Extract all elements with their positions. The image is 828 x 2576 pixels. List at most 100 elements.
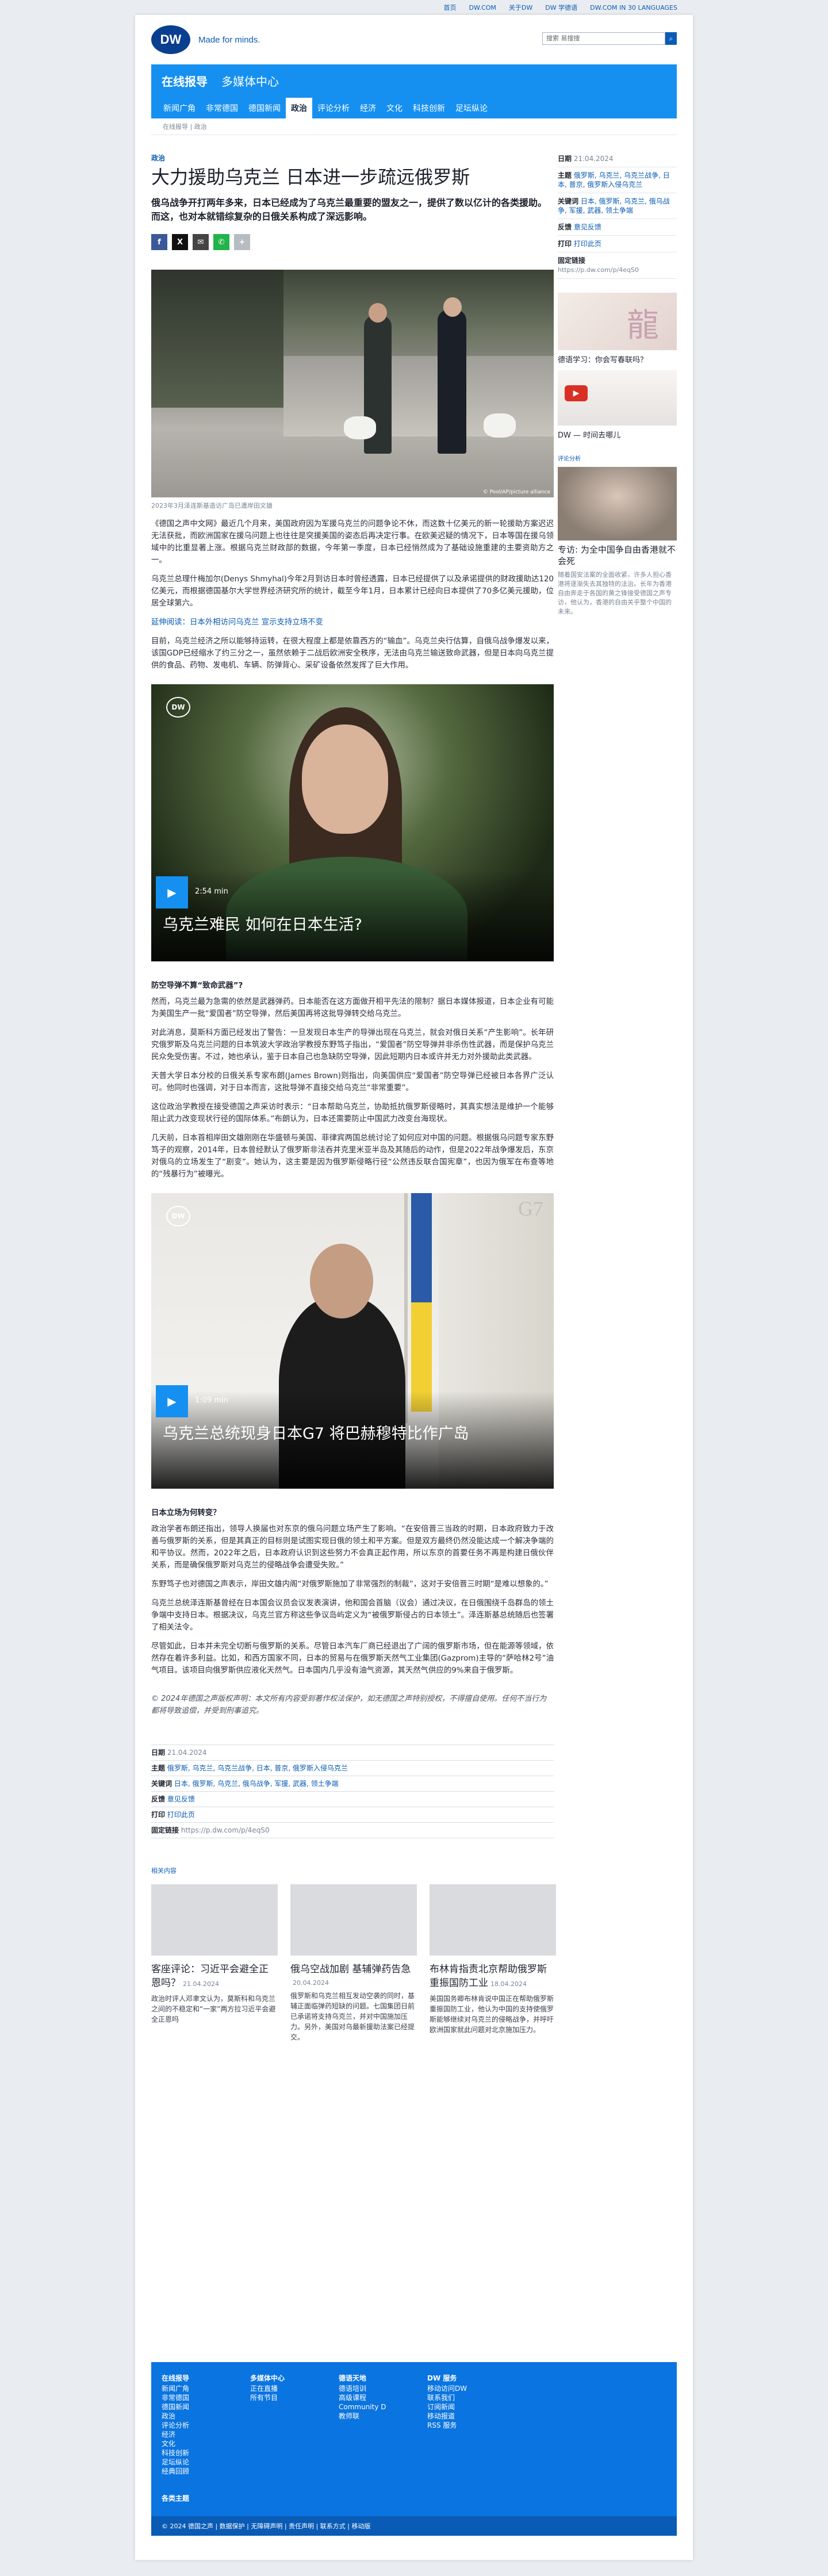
print-link[interactable]: 打印此页 [167,1811,195,1819]
nav-item[interactable]: 足坛纵论 [450,98,493,118]
footer-link[interactable]: 足坛纵论 [162,2458,250,2467]
promo-title[interactable]: 德语学习：你会写春联吗？ [558,354,677,365]
meta-link-label: 固定链接 [151,1826,179,1834]
footer-link[interactable]: 新闻广角 [162,2384,250,2393]
section-heading: 防空导弹不算“致命武器”? [151,982,243,990]
further-reading-link[interactable]: 延伸阅读：日本外相访问乌克兰 宣示支持立场不变 [151,616,554,628]
footer-col-heading[interactable]: DW 服务 [427,2374,516,2383]
related-thumb[interactable] [151,1884,278,1956]
footer-link[interactable]: 科技创新 [162,2448,250,2458]
side-permalink[interactable]: https://p.dw.com/p/4eqS0 [558,266,639,274]
nav-item[interactable]: 评论分析 [312,98,355,118]
footer-col-heading[interactable]: 在线报导 [162,2374,250,2383]
related-card[interactable]: 布林肯指责北京帮助俄罗斯重振国防工业 18.04.2024 美国国务卿布林肯说中国… [430,1884,556,2042]
permalink[interactable]: https://p.dw.com/p/4eqS0 [181,1826,270,1834]
footer-link[interactable]: 高级课程 [339,2393,427,2402]
top-link-learn-german[interactable]: DW 学德语 [545,3,577,12]
meta-feedback-link[interactable]: 意见反馈 [167,1795,195,1803]
side-topics[interactable]: 俄罗斯, 乌克兰, 乌克兰战争, 日本, 普京, 俄罗斯入侵乌克兰 [558,171,670,189]
top-links-bar: 首页 DW.COM 关于DW DW 学德语 DW.COM IN 30 LANGU… [0,0,828,15]
dw-logo[interactable]: DW [151,25,190,54]
related-card[interactable]: 客座评论：习近平会避全正恩吗？ 21.04.2024 政治时评人邓聿文认为，莫斯科… [151,1884,278,2042]
footer-col-heading[interactable]: 德语天地 [339,2374,427,2383]
search-input[interactable]: 搜索 易搜搜 [542,32,665,45]
footer-link[interactable]: 非常德国 [162,2393,250,2402]
promo-dw-video[interactable]: ▶ DW — 时间去哪儿 [558,370,677,440]
footer-link[interactable]: RSS 服务 [427,2421,516,2430]
search-icon: ⌕ [669,34,673,43]
related-card[interactable]: 俄乌空战加剧 基辅弹药告急 20.04.2024 俄罗斯和乌克兰相互发动空袭的同时… [290,1884,417,2042]
related-body: 俄罗斯和乌克兰相互发动空袭的同时，基辅正面临弹药短缺的问题。七国集团日前已承诺将… [290,1992,415,2041]
promo-title[interactable]: 专访: 为全中国争自由香港就不会死 [558,544,677,567]
nav-item[interactable]: 非常德国 [201,98,243,118]
video-player-g7[interactable]: G7 DW ▶ 1:09 min 乌克兰总统现身日本G7 将巴赫穆特比作广岛 [151,1193,554,1489]
footer-link[interactable]: 德国新闻 [162,2402,250,2412]
footer-link[interactable]: 教师联 [339,2412,427,2421]
facebook-icon[interactable]: f [151,234,167,250]
footer-col-heading[interactable]: 多媒体中心 [250,2374,339,2383]
promo-learn-german[interactable]: 龍 德语学习：你会写春联吗？ [558,293,677,365]
footer-topics-link[interactable]: 各类主题 [162,2493,189,2503]
footer-link[interactable]: 移动报道 [427,2412,516,2421]
footer-link[interactable]: Community D [339,2402,427,2412]
video-player-refugees[interactable]: DW ▶ 2:54 min 乌克兰难民 如何在日本生活? [151,684,554,961]
nav-item[interactable]: 经济 [355,98,381,118]
related-thumb[interactable] [430,1884,556,1956]
footer-link[interactable]: 正在直播 [250,2384,339,2393]
paragraph: 东野笃子也对德国之声表示，岸田文雄内阁“对俄罗斯施加了非常强烈的制裁”，这对于安… [151,1580,549,1589]
paragraph: 对此消息，莫斯科方面已经发出了警告：一旦发现日本生产的导弹出现在乌克兰，就会对俄… [151,1029,554,1061]
promo-thumb[interactable] [558,467,677,540]
footer-link[interactable]: 经济 [162,2430,250,2439]
top-link-home[interactable]: 首页 [444,3,457,12]
article-kicker[interactable]: 政治 [151,153,554,163]
play-button[interactable]: ▶ [156,876,188,908]
footer-link[interactable]: 经典回顾 [162,2467,250,2476]
breadcrumb-path[interactable]: 在线报导 | 政治 [163,122,207,131]
more-share-icon[interactable]: + [234,234,250,250]
play-button[interactable]: ▶ [156,1385,188,1417]
photo-caption: 2023年3月泽连斯基造访广岛已遭岸田文雄 [151,502,273,509]
line-icon[interactable]: ✆ [213,234,229,250]
footer-link[interactable]: 移动访问DW [427,2384,516,2393]
footer-link[interactable]: 所有节目 [250,2393,339,2402]
footer-link[interactable]: 订阅新闻 [427,2402,516,2412]
footer-link[interactable]: 德语培训 [339,2384,427,2393]
related-thumb[interactable] [290,1884,417,1956]
meta-keywords[interactable]: 日本, 俄罗斯, 乌克兰, 俄乌战争, 军援, 武器, 领土争端 [174,1780,339,1788]
top-link-about[interactable]: 关于DW [509,3,532,12]
nav-item[interactable]: 新闻广角 [158,98,201,118]
nav-item-active[interactable]: 政治 [286,98,312,118]
video-duration: 1:09 min [195,1396,228,1405]
nav-item[interactable]: 科技创新 [408,98,450,118]
side-feedback-link[interactable]: 意见反馈 [574,223,601,231]
video-title[interactable]: 乌克兰总统现身日本G7 将巴赫穆特比作广岛 [163,1424,542,1444]
promo-thumb[interactable]: 龍 [558,293,677,350]
nav-item[interactable]: 文化 [381,98,408,118]
mail-icon[interactable]: ✉ [193,234,209,250]
footer-link[interactable]: 文化 [162,2439,250,2448]
x-icon[interactable]: X [172,234,188,250]
nav-brand[interactable]: 在线报导 [162,72,208,89]
slogan: Made for minds. [198,34,260,45]
promo-thumb[interactable]: ▶ [558,370,677,425]
top-link-languages[interactable]: DW.COM IN 30 LANGUAGES [590,4,677,12]
side-print-link[interactable]: 打印此页 [574,240,601,248]
article-photo[interactable]: © Pool/AP/picture alliance [151,270,554,497]
promo-title[interactable]: DW — 时间去哪儿 [558,429,677,440]
breadcrumb: 在线报导 | 政治 [151,118,677,135]
related-title[interactable]: 布林肯指责北京帮助俄罗斯重振国防工业 [430,1964,547,1989]
nav-multimedia[interactable]: 多媒体中心 [221,72,279,89]
footer-link[interactable]: 政治 [162,2412,250,2421]
footer-link[interactable]: 评论分析 [162,2421,250,2430]
meta-feedback-label: 反馈 [151,1795,166,1803]
search-button[interactable]: ⌕ [665,32,677,45]
footer-col: 在线报导 新闻广角 非常德国 德国新闻 政治 评论分析 经济 文化 科技创新 足… [162,2374,250,2476]
top-link-dwcom[interactable]: DW.COM [469,4,496,12]
video-title[interactable]: 乌克兰难民 如何在日本生活? [163,915,542,935]
footer-link[interactable]: 联系我们 [427,2393,516,2402]
youtube-icon: ▶ [565,385,588,401]
nav-item[interactable]: 德国新闻 [243,98,286,118]
related-title[interactable]: 俄乌空战加剧 基辅弹药告急 [290,1964,411,1975]
meta-topics[interactable]: 俄罗斯, 乌克兰, 乌克兰战争, 日本, 普京, 俄罗斯入侵乌克兰 [167,1764,348,1772]
promo-interview[interactable]: 专访: 为全中国争自由香港就不会死 随着国安法案的全面收紧，许多人担心香港将逐渐… [558,467,677,616]
